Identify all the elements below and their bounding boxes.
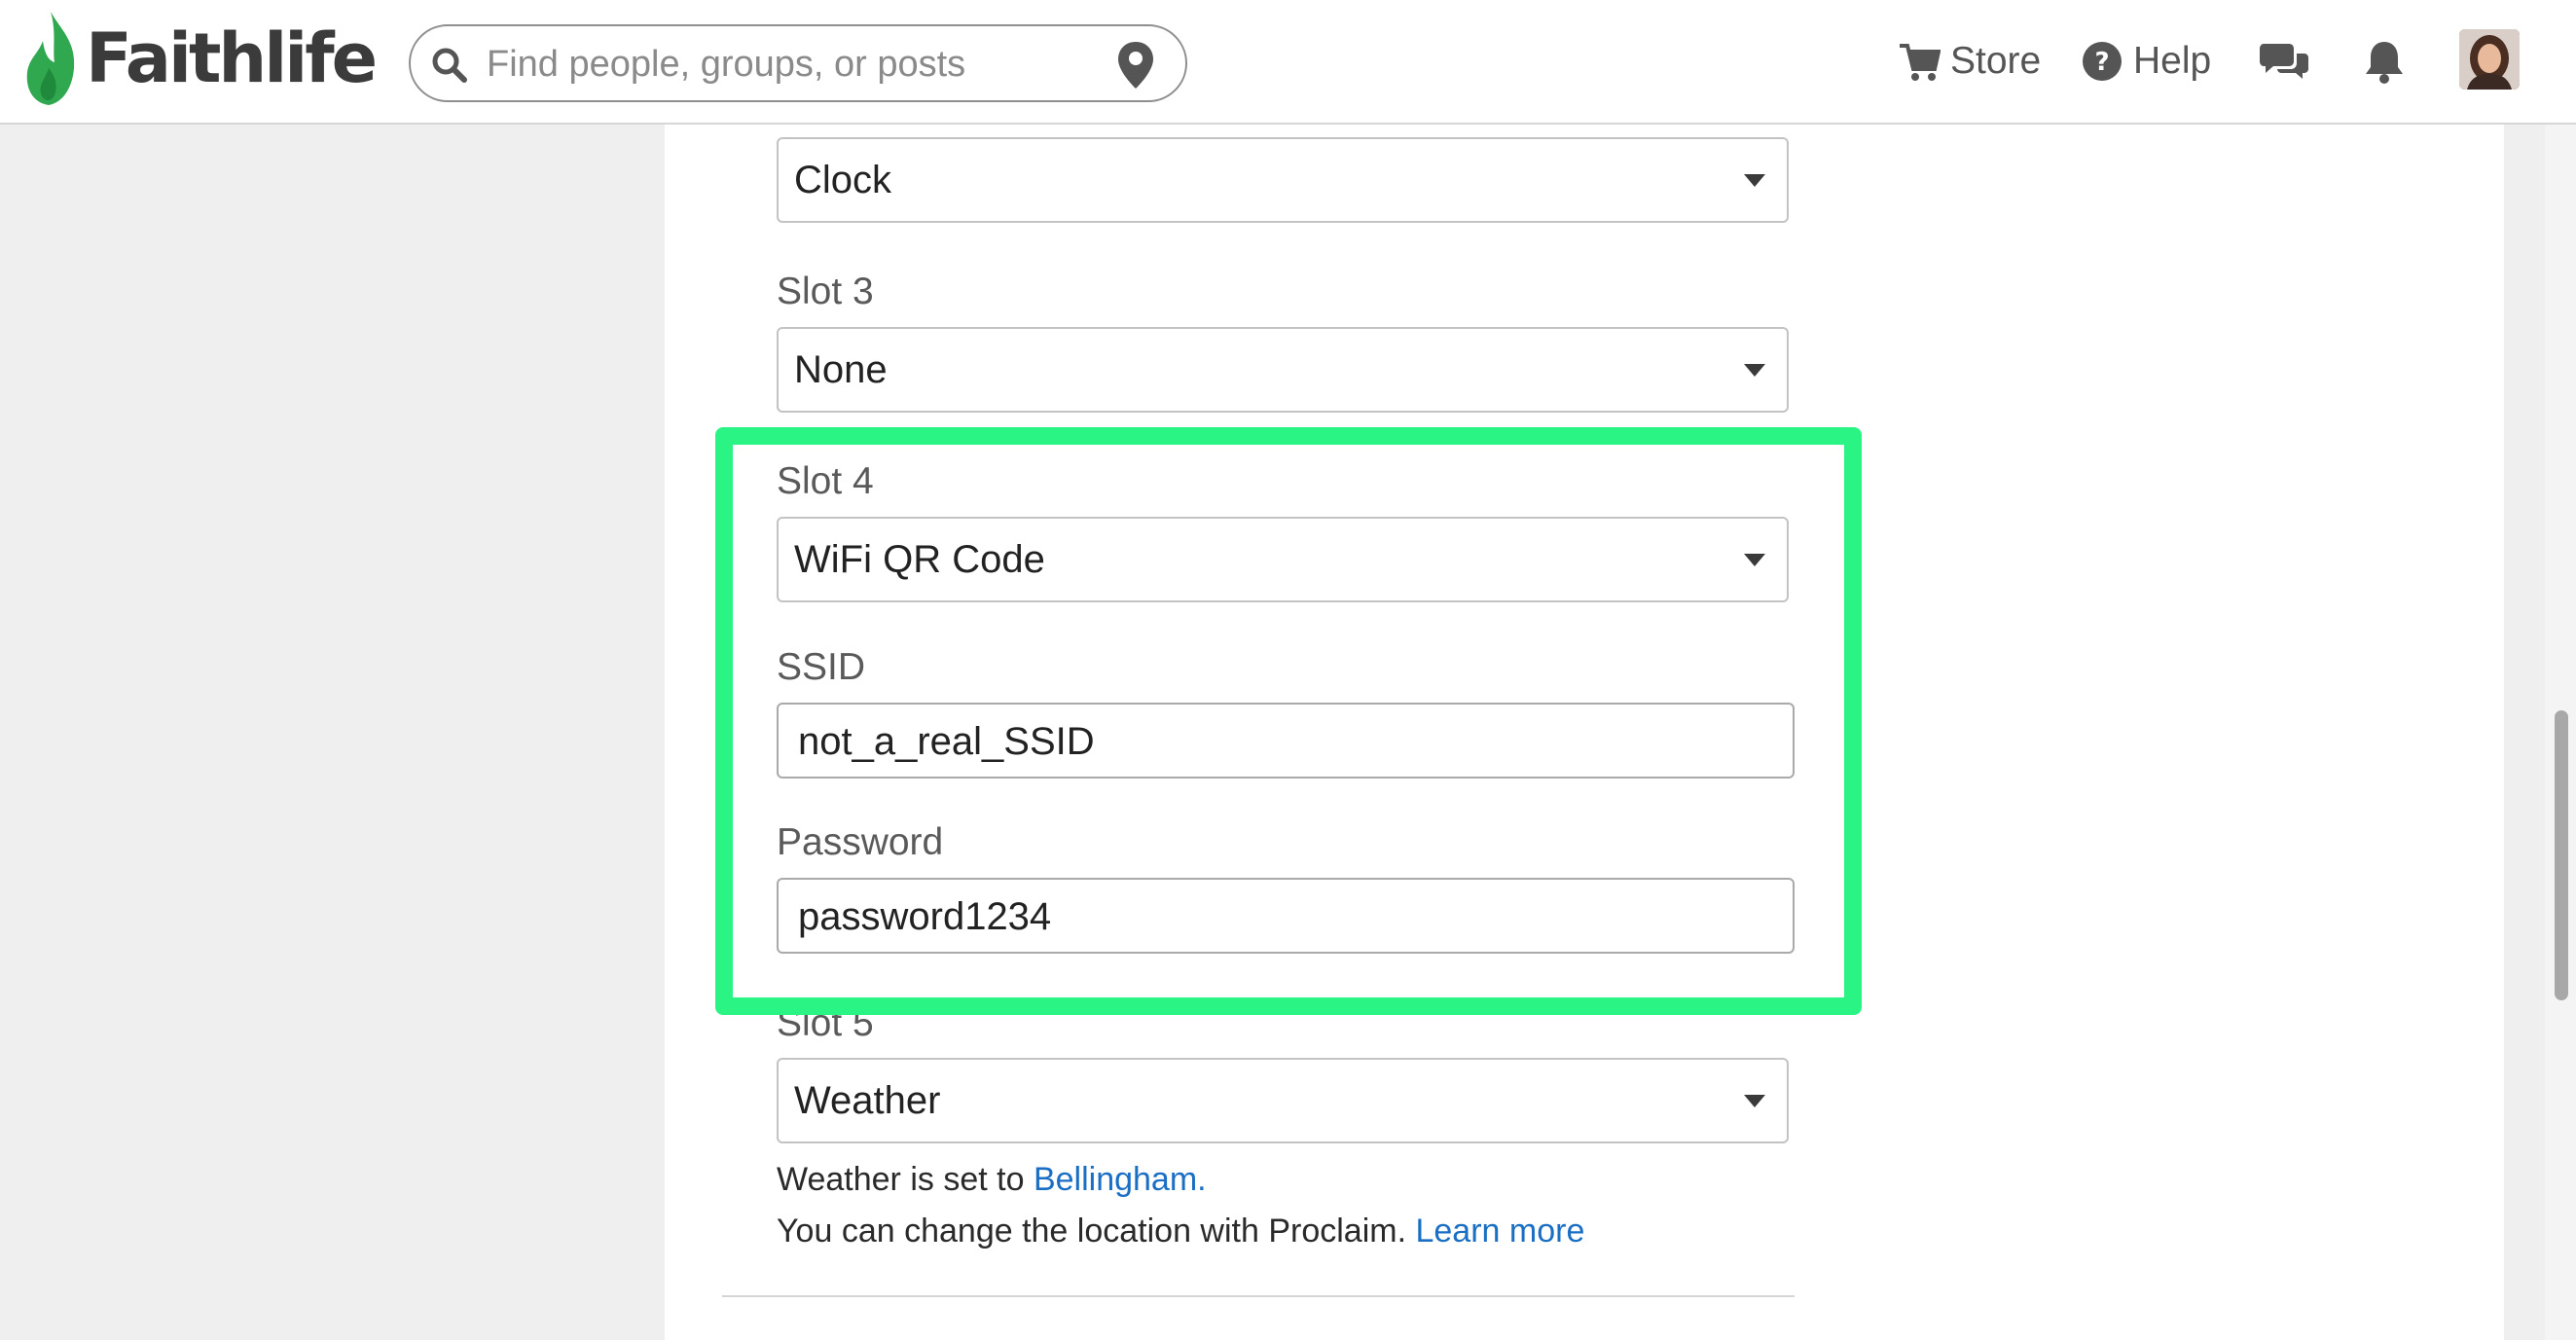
scrollbar-thumb[interactable] bbox=[2555, 710, 2568, 1000]
help-label: Help bbox=[2133, 40, 2212, 82]
search-icon bbox=[432, 48, 467, 83]
chevron-down-icon bbox=[1744, 174, 1765, 187]
slot5-select[interactable]: Weather bbox=[777, 1058, 1789, 1143]
change-location-note: You can change the location with Proclai… bbox=[777, 1213, 1584, 1250]
avatar-image bbox=[2459, 29, 2520, 90]
store-link[interactable]: Store bbox=[1898, 29, 2041, 93]
svg-text:?: ? bbox=[2094, 48, 2109, 77]
search-box[interactable] bbox=[409, 24, 1187, 102]
top-nav-bar: Faithlife Store ? Help bbox=[0, 0, 2576, 125]
slot3-label: Slot 3 bbox=[777, 271, 874, 312]
chat-icon bbox=[2260, 44, 2308, 79]
weather-note-text: Weather is set to bbox=[777, 1161, 1025, 1198]
messages-button[interactable] bbox=[2260, 29, 2308, 93]
slot2-select[interactable]: Clock bbox=[777, 137, 1789, 223]
cart-icon bbox=[1900, 44, 1941, 81]
slot3-value: None bbox=[794, 348, 888, 391]
learn-more-link[interactable]: Learn more bbox=[1415, 1213, 1584, 1249]
logo-text: Faithlife bbox=[86, 18, 378, 98]
right-background bbox=[2504, 125, 2545, 1340]
chevron-down-icon bbox=[1744, 1095, 1765, 1107]
slot5-value: Weather bbox=[794, 1079, 941, 1122]
notifications-button[interactable] bbox=[2363, 29, 2406, 93]
help-icon: ? bbox=[2083, 42, 2122, 81]
weather-note: Weather is set to Bellingham. bbox=[777, 1161, 1207, 1199]
flame-logo-icon bbox=[26, 12, 75, 105]
highlight-box bbox=[715, 427, 1862, 1015]
help-link[interactable]: ? Help bbox=[2081, 29, 2211, 93]
user-avatar[interactable] bbox=[2459, 29, 2520, 90]
left-background bbox=[0, 125, 665, 1340]
change-location-text: You can change the location with Proclai… bbox=[777, 1213, 1407, 1249]
faithlife-logo[interactable]: Faithlife bbox=[21, 10, 378, 107]
bell-icon bbox=[2366, 42, 2403, 84]
store-label: Store bbox=[1950, 40, 2042, 82]
slot3-select[interactable]: None bbox=[777, 327, 1789, 413]
search-input[interactable] bbox=[487, 38, 1090, 91]
section-divider bbox=[722, 1295, 1795, 1297]
weather-location-link[interactable]: Bellingham. bbox=[1034, 1161, 1207, 1198]
chevron-down-icon bbox=[1744, 364, 1765, 377]
location-pin-icon[interactable] bbox=[1116, 40, 1155, 91]
slot2-value: Clock bbox=[794, 159, 892, 201]
